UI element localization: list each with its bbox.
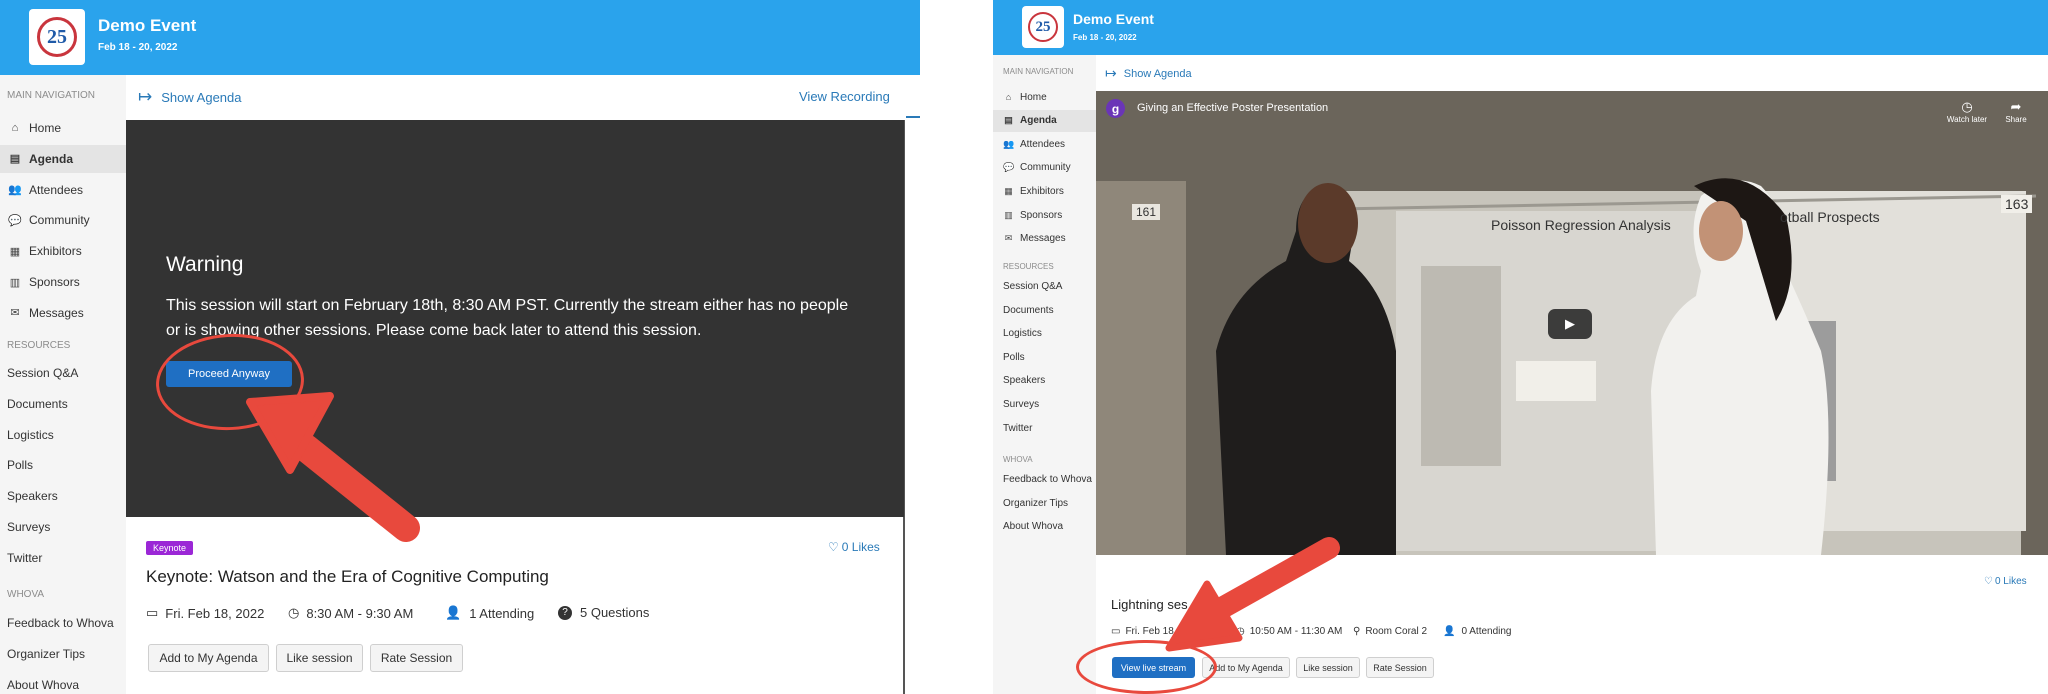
questions-text: 5 Questions: [580, 605, 650, 620]
add-to-agenda-button[interactable]: Add to My Agenda: [148, 644, 269, 672]
session-time-text: 8:30 AM - 9:30 AM: [306, 605, 414, 621]
session-title: Keynote: Watson and the Era of Cognitive…: [146, 567, 549, 586]
heart-icon: ♡: [828, 540, 839, 554]
right-screenshot: 25 Demo Event Feb 18 - 20, 2022 MAIN NAV…: [993, 0, 2048, 694]
likes-count: 0 Likes: [841, 540, 880, 554]
like-session-button[interactable]: Like session: [276, 644, 363, 672]
calendar-icon: ▭: [146, 605, 159, 620]
pointer-arrow-icon: [246, 392, 420, 542]
attending-text: 1 Attending: [469, 605, 535, 621]
pointer-arrow-icon: [1165, 537, 1340, 652]
session-date-text: Fri. Feb 18, 2022: [165, 605, 265, 621]
rate-session-button[interactable]: Rate Session: [370, 644, 463, 672]
keynote-badge: Keynote: [146, 541, 193, 555]
left-screenshot: 25 Demo Event Feb 18 - 20, 2022 MAIN NAV…: [0, 0, 920, 694]
likes-link[interactable]: ♡ 0 Likes: [828, 540, 880, 554]
question-icon: ?: [558, 605, 572, 620]
clock-icon: ◷: [288, 605, 300, 620]
user-check-icon: 👤: [445, 605, 462, 620]
session-date: ▭ Fri. Feb 18, 2022: [146, 605, 264, 621]
questions-count[interactable]: ? 5 Questions: [558, 605, 649, 620]
session-time: ◷ 8:30 AM - 9:30 AM: [288, 605, 413, 621]
attending-count: 👤 1 Attending: [445, 605, 534, 621]
